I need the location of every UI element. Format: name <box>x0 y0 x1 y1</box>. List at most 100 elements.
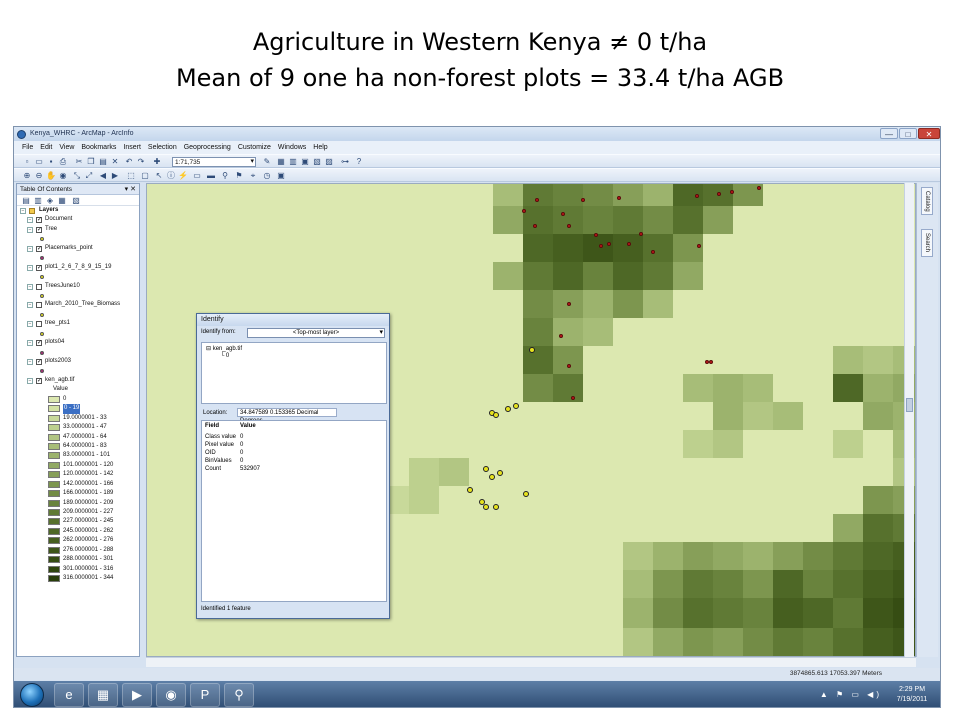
time-slider-icon[interactable]: ◷ <box>262 171 272 181</box>
tree-point[interactable] <box>483 466 489 472</box>
toc-layer-8[interactable]: − ✓ plots2003 <box>17 357 139 366</box>
toc-class-14[interactable]: 245.0000001 - 262 <box>17 527 139 536</box>
toc-layer-symbol[interactable] <box>17 253 139 262</box>
toc-layer-symbol[interactable] <box>17 272 139 281</box>
arctoolbox-icon[interactable]: ▧ <box>312 157 322 167</box>
list-by-source-icon[interactable]: ▥ <box>33 196 43 206</box>
file-explorer-icon[interactable]: ▦ <box>88 683 118 707</box>
toc-class-13[interactable]: 227.0000001 - 245 <box>17 517 139 526</box>
tree-point[interactable] <box>497 470 503 476</box>
fixed-zoom-out-icon[interactable]: ⤢ <box>84 171 94 181</box>
toc-layer-3[interactable]: − ✓ plot1_2_6_7_8_9_15_19 <box>17 263 139 272</box>
plot-point[interactable] <box>639 232 643 236</box>
plot-point[interactable] <box>559 334 563 338</box>
tree-point[interactable] <box>467 487 473 493</box>
toc-class-18[interactable]: 301.0000001 - 316 <box>17 565 139 574</box>
model-builder-icon[interactable]: ⊶ <box>340 157 350 167</box>
tree-point[interactable] <box>489 474 495 480</box>
go-to-xy-icon[interactable]: ⌖ <box>248 171 258 181</box>
layer-checkbox[interactable]: ✓ <box>36 245 42 252</box>
firefox-icon[interactable]: ◉ <box>156 683 186 707</box>
html-popup-icon[interactable]: ▭ <box>192 171 202 181</box>
layer-checkbox[interactable]: ✓ <box>36 377 42 384</box>
toc-layer-symbol[interactable] <box>17 310 139 319</box>
plot-point[interactable] <box>607 242 611 246</box>
menu-item-view[interactable]: View <box>59 144 74 151</box>
expand-toggle[interactable]: − <box>27 226 33 233</box>
plot-point[interactable] <box>522 209 526 213</box>
toc-layer-symbol[interactable] <box>17 291 139 300</box>
menu-item-windows[interactable]: Windows <box>278 144 306 151</box>
toc-class-9[interactable]: 142.0000001 - 166 <box>17 480 139 489</box>
menu-item-file[interactable]: File <box>22 144 33 151</box>
toc-layer-0[interactable]: − ✓ Document <box>17 215 139 224</box>
paste-icon[interactable]: ▤ <box>98 157 108 167</box>
identify-icon[interactable]: ⓘ <box>166 171 176 181</box>
layer-checkbox[interactable]: ✓ <box>36 359 42 365</box>
expand-toggle[interactable]: − <box>27 283 33 290</box>
toc-layers-root[interactable]: − Layers <box>17 206 139 215</box>
plot-point[interactable] <box>695 194 699 198</box>
menu-item-help[interactable]: Help <box>313 144 327 151</box>
add-data-icon[interactable]: ✚ <box>152 157 162 167</box>
catalog-tab[interactable]: Catalog <box>921 187 933 215</box>
plot-point[interactable] <box>709 360 713 364</box>
delete-icon[interactable]: ✕ <box>110 157 120 167</box>
search-window-icon[interactable]: ▣ <box>300 157 310 167</box>
maximize-button[interactable]: □ <box>899 128 917 139</box>
toc-class-3[interactable]: 33.0000001 - 47 <box>17 423 139 432</box>
plot-point[interactable] <box>599 244 603 248</box>
expand-toggle[interactable]: − <box>20 208 26 214</box>
toc-class-19[interactable]: 316.0000001 - 344 <box>17 574 139 583</box>
minimize-button[interactable]: — <box>880 128 898 139</box>
scroll-thumb[interactable] <box>906 398 913 412</box>
plot-point[interactable] <box>571 396 575 400</box>
find-route-icon[interactable]: ⚑ <box>234 171 244 181</box>
toc-class-17[interactable]: 288.0000001 - 301 <box>17 555 139 564</box>
toc-layer-symbol[interactable] <box>17 348 139 357</box>
toc-class-0[interactable]: 0 <box>17 395 139 404</box>
tree-point[interactable] <box>483 504 489 510</box>
create-viewer-icon[interactable]: ▣ <box>276 171 286 181</box>
toc-layer-2[interactable]: − ✓ Placemarks_point <box>17 244 139 253</box>
toc-layer-symbol[interactable] <box>17 329 139 338</box>
identify-from-select[interactable]: <Top-most layer> <box>247 328 385 338</box>
toc-class-11[interactable]: 189.0000001 - 209 <box>17 499 139 508</box>
fixed-zoom-in-icon[interactable]: ⤡ <box>72 171 82 181</box>
arcmap-task-icon[interactable]: ⚲ <box>224 683 254 707</box>
zoom-out-icon[interactable]: ⊖ <box>34 171 44 181</box>
toc-options-icon[interactable]: ▧ <box>71 196 81 206</box>
menu-item-insert[interactable]: Insert <box>123 144 141 151</box>
powerpoint-icon[interactable]: P <box>190 683 220 707</box>
plot-point[interactable] <box>535 198 539 202</box>
new-icon[interactable]: ▫ <box>22 157 32 167</box>
editor-icon[interactable]: ✎ <box>262 157 272 167</box>
layer-checkbox[interactable] <box>36 302 42 309</box>
toc-pin-close-controls[interactable]: ▾ ✕ <box>125 184 136 195</box>
toc-value-header[interactable]: Value <box>17 385 139 394</box>
cut-icon[interactable]: ✂ <box>74 157 84 167</box>
layer-checkbox[interactable]: ✓ <box>36 217 42 224</box>
plot-point[interactable] <box>581 198 585 202</box>
plot-point[interactable] <box>594 233 598 237</box>
plot-point[interactable] <box>697 244 701 248</box>
tree-point[interactable] <box>513 403 519 409</box>
toc-layer-5[interactable]: − March_2010_Tree_Biomass <box>17 300 139 309</box>
list-by-visibility-icon[interactable]: ◈ <box>45 196 55 206</box>
full-extent-icon[interactable]: ◉ <box>58 171 68 181</box>
layer-checkbox[interactable] <box>36 321 42 328</box>
select-features-icon[interactable]: ⬚ <box>126 171 136 181</box>
toc-class-4[interactable]: 47.0000001 - 64 <box>17 433 139 442</box>
toc-layer-1[interactable]: − ✓ Tree <box>17 225 139 234</box>
expand-toggle[interactable]: − <box>27 264 33 271</box>
redo-icon[interactable]: ↷ <box>136 157 146 167</box>
toc-layer-7[interactable]: − ✓ plots04 <box>17 338 139 347</box>
plot-point[interactable] <box>567 302 571 306</box>
layer-checkbox[interactable]: ✓ <box>36 340 42 347</box>
open-icon[interactable]: ▭ <box>34 157 44 167</box>
hyperlink-icon[interactable]: ⚡ <box>178 171 188 181</box>
expand-toggle[interactable]: − <box>27 321 33 328</box>
window-titlebar[interactable]: Kenya_WHRC - ArcMap - ArcInfo — □ ✕ <box>14 127 940 141</box>
forward-extent-icon[interactable]: ▶ <box>110 171 120 181</box>
toc-class-5[interactable]: 64.0000001 - 83 <box>17 442 139 451</box>
